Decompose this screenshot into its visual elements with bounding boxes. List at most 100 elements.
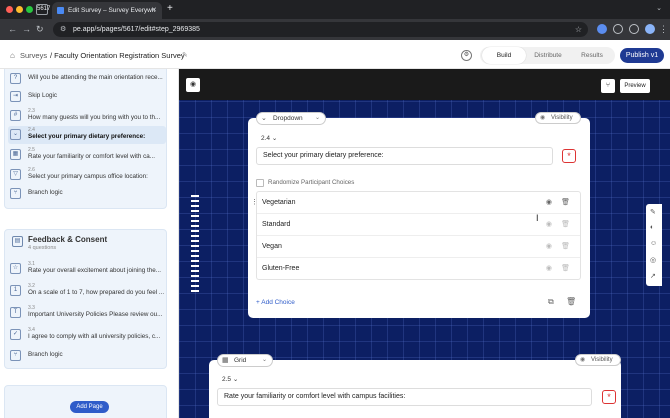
sidebar-item[interactable]: ☆ 3.1 Rate your overall excitement about… xyxy=(8,260,166,278)
sidebar: ? Will you be attending the main orienta… xyxy=(0,69,179,418)
text-cursor-icon: I xyxy=(536,213,539,223)
sidebar-item[interactable]: # 2.3 How many guests will you bring wit… xyxy=(8,107,166,125)
breadcrumb-surveys[interactable]: Surveys xyxy=(20,51,47,60)
sidebar-item-skip-logic[interactable]: ⇥ Skip Logic xyxy=(8,88,166,106)
browser-menu-icon[interactable]: ⋮ xyxy=(659,24,668,35)
sidebar-item[interactable]: ▽ 2.6 Select your primary campus office … xyxy=(8,166,166,184)
section-icon: ▤ xyxy=(12,236,23,247)
question-text-input[interactable]: Select your primary dietary preference: xyxy=(256,147,553,165)
new-tab-icon[interactable]: + xyxy=(167,3,173,14)
chevron-down-icon: ⌄ xyxy=(261,357,267,363)
back-icon[interactable]: ← xyxy=(8,24,17,34)
sidebar-item[interactable]: ? Will you be attending the main orienta… xyxy=(8,70,166,88)
sidebar-item-branch-logic[interactable]: ⑂ Branch logic xyxy=(8,185,166,203)
editor-canvas: ◉ ⑂ Preview ⌄ Dropdown ⌄ ◉ Visibility 2.… xyxy=(179,69,670,418)
eye-icon[interactable]: ◉ xyxy=(546,192,552,214)
choice-row[interactable]: Gluten-Free ◉ 🗑 xyxy=(257,258,580,280)
question-card-grid[interactable]: ▦ Grid ⌄ ◉ Visibility 2.5 ⌄ Rate your fa… xyxy=(209,354,621,418)
sidebar-item-branch-logic[interactable]: ⑂ Branch logic xyxy=(8,347,166,365)
choice-row[interactable]: Standard ◉ 🗑 xyxy=(257,214,580,236)
required-toggle[interactable]: * xyxy=(562,149,576,163)
preview-button[interactable]: Preview xyxy=(620,79,650,93)
choice-row[interactable]: Vegan ◉ 🗑 xyxy=(257,236,580,258)
trash-icon[interactable]: 🗑 xyxy=(561,214,570,236)
drag-handle-icon[interactable]: ⋮ xyxy=(251,192,258,214)
maximize-window-icon[interactable] xyxy=(26,6,33,13)
section-card-feedback[interactable]: ▤ Feedback & Consent 4 questions ☆ 3.1 R… xyxy=(4,229,167,369)
question-card-dropdown[interactable]: ⌄ Dropdown ⌄ ◉ Visibility 2.4 ⌄ Select y… xyxy=(248,112,590,318)
trash-icon[interactable]: 🗑 xyxy=(561,192,570,214)
forward-icon[interactable]: → xyxy=(22,24,31,34)
add-choice-link[interactable]: + Add Choice xyxy=(256,299,295,306)
flow-view-icon[interactable]: ⑂ xyxy=(601,79,615,93)
sidebar-item[interactable]: 1 3.2 On a scale of 1 to 7, how prepared… xyxy=(8,282,166,300)
sidebar-item[interactable]: ✓ 3.4 I agree to comply with all univers… xyxy=(8,326,166,344)
edit-title-icon[interactable]: ✎ xyxy=(182,51,188,59)
url-text: pe.app/s/pages/5617/edit#step_2969385 xyxy=(73,26,200,33)
extensions-puzzle-icon[interactable] xyxy=(613,24,623,34)
consent-icon: ✓ xyxy=(10,329,21,340)
eye-icon: ◉ xyxy=(540,115,546,121)
tab-list-chevron-icon[interactable]: ⌄ xyxy=(656,4,662,12)
profile-avatar[interactable] xyxy=(645,24,655,34)
eye-icon[interactable]: ◉ xyxy=(546,236,552,258)
site-info-icon[interactable]: ⚙ xyxy=(60,22,66,37)
mode-tabs: Build Distribute Results xyxy=(480,47,615,64)
browser-tab-bar: 5617 Edit Survey – Survey Everywh ✕ + ⌄ xyxy=(0,0,670,19)
compass-icon[interactable]: ◎ xyxy=(650,256,656,264)
eye-icon[interactable]: ◉ xyxy=(546,214,552,236)
publish-button[interactable]: Publish v1 xyxy=(620,48,664,63)
side-panel-icon[interactable] xyxy=(629,24,639,34)
sidebar-item-selected[interactable]: ⌄ 2.4 Select your primary dietary prefer… xyxy=(8,126,166,144)
trash-icon[interactable]: 🗑 xyxy=(561,258,570,280)
section-title: Feedback & Consent xyxy=(28,235,108,244)
zoom-slider[interactable] xyxy=(191,195,199,295)
browser-tab-title: Edit Survey – Survey Everywh xyxy=(68,7,156,14)
visibility-button[interactable]: ◉ Visibility xyxy=(535,112,581,124)
required-toggle[interactable]: * xyxy=(602,390,616,404)
scale-icon: 1 xyxy=(10,285,21,296)
tab-results[interactable]: Results xyxy=(570,47,614,64)
choices-list: ⋮ Vegetarian ◉ 🗑 Standard ◉ 🗑 Vegan ◉ 🗑 … xyxy=(251,191,581,280)
question-text-input[interactable]: Rate your familiarity or comfort level w… xyxy=(217,388,592,406)
settings-icon[interactable]: ⚙ xyxy=(461,50,472,61)
dropdown-icon: ⌄ xyxy=(10,129,21,140)
trash-icon[interactable]: 🗑 xyxy=(561,236,570,258)
close-window-icon[interactable] xyxy=(6,6,13,13)
url-input[interactable]: ⚙ pe.app/s/pages/5617/edit#step_2969385 … xyxy=(53,22,588,37)
share-icon[interactable]: ↗ xyxy=(650,272,656,280)
palette-icon[interactable]: ◐ xyxy=(650,224,654,231)
question-type-select[interactable]: ⌄ Dropdown ⌄ xyxy=(256,112,326,125)
close-tab-icon[interactable]: ✕ xyxy=(151,2,157,19)
eye-icon[interactable]: ◉ xyxy=(546,258,552,280)
visibility-button[interactable]: ◉ Visibility xyxy=(575,354,621,366)
delete-question-icon[interactable]: 🗑 xyxy=(566,297,576,306)
text-icon: T xyxy=(10,307,21,318)
question-type-select[interactable]: ▦ Grid ⌄ xyxy=(217,354,273,367)
question-icon: ? xyxy=(10,73,21,84)
magic-wand-icon[interactable]: ✎ xyxy=(650,208,656,216)
tab-build[interactable]: Build xyxy=(482,47,526,64)
page-title: / Faculty Orientation Registration Surve… xyxy=(50,51,185,60)
toggle-panel-icon[interactable]: ◉ xyxy=(186,78,200,92)
people-icon[interactable]: ☺ xyxy=(650,240,657,247)
home-icon[interactable]: ⌂ xyxy=(10,51,15,60)
browser-tab[interactable]: Edit Survey – Survey Everywh ✕ xyxy=(52,2,162,19)
randomize-checkbox[interactable] xyxy=(256,179,264,187)
sidebar-item[interactable]: T 3.3 Important University Policies Plea… xyxy=(8,304,166,322)
add-page-button[interactable]: Add Page xyxy=(70,401,109,413)
question-number[interactable]: 2.5 ⌄ xyxy=(222,375,238,383)
tab-distribute[interactable]: Distribute xyxy=(526,47,570,64)
reload-icon[interactable]: ↻ xyxy=(36,24,44,35)
question-number[interactable]: 2.4 ⌄ xyxy=(261,134,277,142)
branch-icon: ⑂ xyxy=(10,188,21,199)
bookmark-star-icon[interactable]: ☆ xyxy=(575,22,582,37)
sidebar-item[interactable]: ▦ 2.5 Rate your familiarity or comfort l… xyxy=(8,146,166,164)
tab-count[interactable]: 5617 xyxy=(36,4,50,15)
minimize-window-icon[interactable] xyxy=(16,6,23,13)
number-icon: # xyxy=(10,110,21,121)
duplicate-icon[interactable]: ⧉ xyxy=(548,297,554,307)
choice-row[interactable]: ⋮ Vegetarian ◉ 🗑 xyxy=(251,192,580,214)
extension-icon[interactable] xyxy=(597,24,607,34)
skip-logic-icon: ⇥ xyxy=(10,91,21,102)
